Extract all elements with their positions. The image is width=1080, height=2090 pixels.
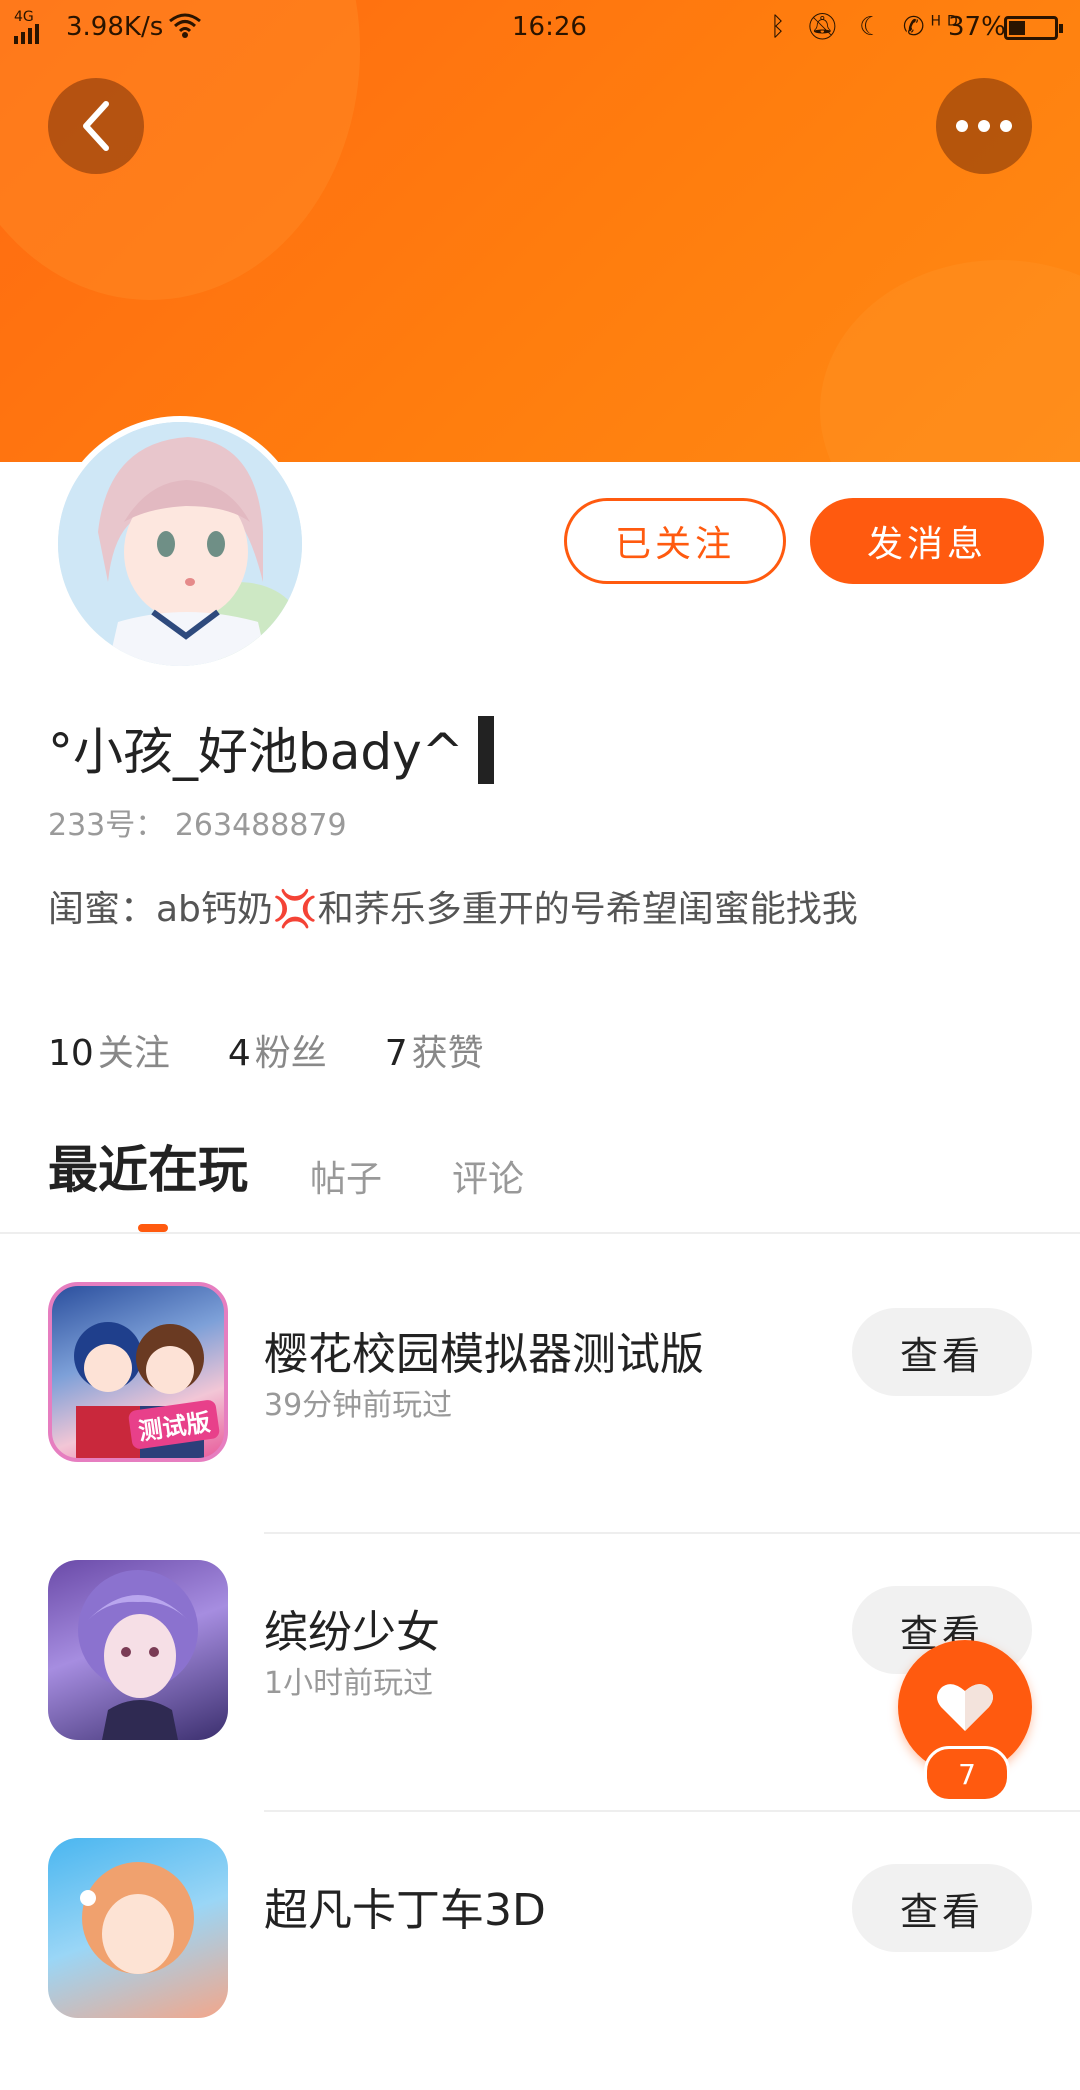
stat-number: 4: [227, 1033, 251, 1074]
stat-likes[interactable]: 7 获赞: [385, 1024, 484, 1076]
more-options-button[interactable]: [936, 78, 1032, 174]
game-icon: [48, 1838, 228, 2018]
game-title: 超凡卡丁车3D: [264, 1885, 546, 1936]
stat-label: 获赞: [411, 1033, 484, 1074]
status-bar: 4G 3.98K/s 16:26 ᛒ 🔕︎ ☾ ✆HD 37%: [0, 0, 1080, 54]
profile-header-banner: 4G 3.98K/s 16:26 ᛒ 🔕︎ ☾ ✆HD 37%: [0, 0, 1080, 462]
active-tab-indicator: [138, 1224, 168, 1232]
network-indicator: 4G: [14, 10, 44, 47]
game-icon: [48, 1560, 228, 1740]
user-id: 233号： 263488879: [48, 800, 347, 844]
user-nickname: °小孩_好池bady^: [48, 723, 464, 781]
game-icon: 测试版: [48, 1282, 228, 1462]
tab-comments[interactable]: 评论: [452, 1150, 524, 1202]
last-played-time: 1小时前玩过: [264, 1666, 434, 1701]
avatar-image: [58, 422, 302, 666]
chevron-left-icon: [83, 101, 109, 151]
view-button[interactable]: 查看: [852, 1864, 1032, 1952]
moon-icon: ☾: [859, 12, 889, 42]
signal-icon: [14, 24, 39, 44]
view-button[interactable]: 查看: [852, 1308, 1032, 1396]
avatar[interactable]: [52, 416, 308, 672]
followed-button[interactable]: 已关注: [564, 498, 786, 584]
stat-number: 7: [384, 1033, 408, 1074]
text-cursor: [478, 716, 494, 784]
stat-following[interactable]: 10 关注: [48, 1024, 170, 1076]
like-count-badge: 7: [924, 1746, 1010, 1802]
system-icons: ᛒ 🔕︎ ☾ ✆HD: [770, 12, 964, 42]
clock: 16:26: [512, 12, 587, 42]
game-title: 缤纷少女: [264, 1607, 440, 1658]
tab-recently-played[interactable]: 最近在玩: [48, 1130, 248, 1202]
banner-decoration: [820, 260, 1080, 462]
send-message-button[interactable]: 发消息: [810, 498, 1044, 584]
list-item[interactable]: 测试版 樱花校园模拟器测试版 39分钟前玩过 查看: [0, 1256, 1080, 1534]
wifi-icon: [168, 12, 202, 45]
stat-fans[interactable]: 4 粉丝: [228, 1024, 327, 1076]
user-id-label: 233号：: [48, 808, 166, 843]
stat-number: 10: [48, 1033, 94, 1074]
more-icon: [956, 120, 1012, 132]
battery-percent: 37%: [948, 12, 1006, 42]
tab-posts[interactable]: 帖子: [310, 1150, 382, 1202]
last-played-time: 39分钟前玩过: [264, 1388, 453, 1423]
heart-icon: [937, 1684, 993, 1731]
divider: [0, 1232, 1080, 1234]
bluetooth-icon: ᛒ: [770, 12, 792, 42]
network-speed: 3.98K/s: [66, 12, 164, 42]
stat-label: 粉丝: [254, 1033, 327, 1074]
battery-icon: [1004, 16, 1063, 40]
stat-label: 关注: [97, 1033, 170, 1074]
mute-icon: 🔕︎: [805, 12, 845, 42]
back-button[interactable]: [48, 78, 144, 174]
user-bio: 闺蜜：ab钙奶💢和荞乐多重开的号希望闺蜜能找我: [48, 889, 858, 930]
game-title: 樱花校园模拟器测试版: [264, 1329, 704, 1380]
user-id-value: 263488879: [174, 808, 347, 843]
list-item[interactable]: 超凡卡丁车3D 查看: [0, 1812, 1080, 2090]
content-tabs: 最近在玩 帖子 评论: [48, 1130, 594, 1202]
profile-stats: 10 关注 4 粉丝 7 获赞: [48, 1024, 484, 1076]
